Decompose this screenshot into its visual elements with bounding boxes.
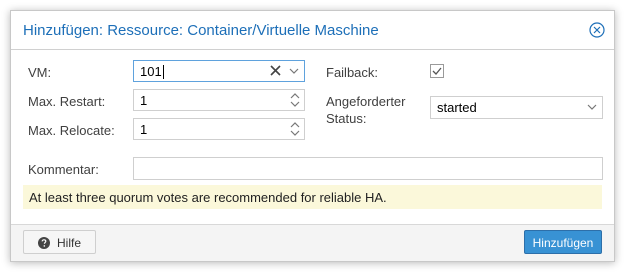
vm-value: 101: [140, 64, 162, 79]
requested-status-value: started: [437, 100, 477, 115]
requested-status-label-line2: Status:: [326, 111, 367, 126]
dialog-footer: Hilfe Hinzufügen: [11, 224, 614, 261]
requested-status-label-line1: Angeforderter: [326, 94, 406, 109]
max-restart-value: 1: [140, 93, 148, 108]
failback-checkbox[interactable]: [430, 64, 444, 78]
clear-x-icon[interactable]: [266, 61, 286, 81]
text-caret: [163, 65, 164, 79]
help-button-label: Hilfe: [57, 236, 82, 250]
add-button[interactable]: Hinzufügen: [524, 230, 602, 254]
max-restart-label: Max. Restart:: [28, 94, 106, 109]
add-resource-dialog: Hinzufügen: Ressource: Container/Virtuel…: [10, 10, 615, 262]
spinner-arrows-icon[interactable]: [288, 91, 302, 109]
max-relocate-stepper[interactable]: 1: [133, 118, 305, 140]
comment-label: Kommentar:: [28, 162, 99, 177]
comment-input[interactable]: [133, 157, 603, 180]
max-relocate-label: Max. Relocate:: [28, 123, 115, 138]
quorum-info-text: At least three quorum votes are recommen…: [29, 190, 387, 205]
max-relocate-value: 1: [140, 122, 148, 137]
vm-combobox[interactable]: 101: [133, 60, 305, 82]
dialog-title: Hinzufügen: Ressource: Container/Virtuel…: [23, 22, 379, 39]
chevron-down-icon[interactable]: [284, 61, 304, 81]
quorum-info-bar: At least three quorum votes are recommen…: [23, 185, 602, 209]
max-restart-stepper[interactable]: 1: [133, 89, 305, 111]
vm-label: VM:: [28, 65, 52, 80]
close-icon[interactable]: [589, 22, 605, 38]
requested-status-select[interactable]: started: [430, 96, 603, 119]
spinner-arrows-icon[interactable]: [288, 120, 302, 138]
add-button-label: Hinzufügen: [532, 236, 594, 250]
help-question-icon: [38, 237, 50, 252]
dialog-header: Hinzufügen: Ressource: Container/Virtuel…: [11, 11, 614, 50]
help-button[interactable]: Hilfe: [23, 230, 96, 254]
failback-label: Failback:: [326, 65, 379, 80]
chevron-down-icon[interactable]: [582, 97, 602, 117]
